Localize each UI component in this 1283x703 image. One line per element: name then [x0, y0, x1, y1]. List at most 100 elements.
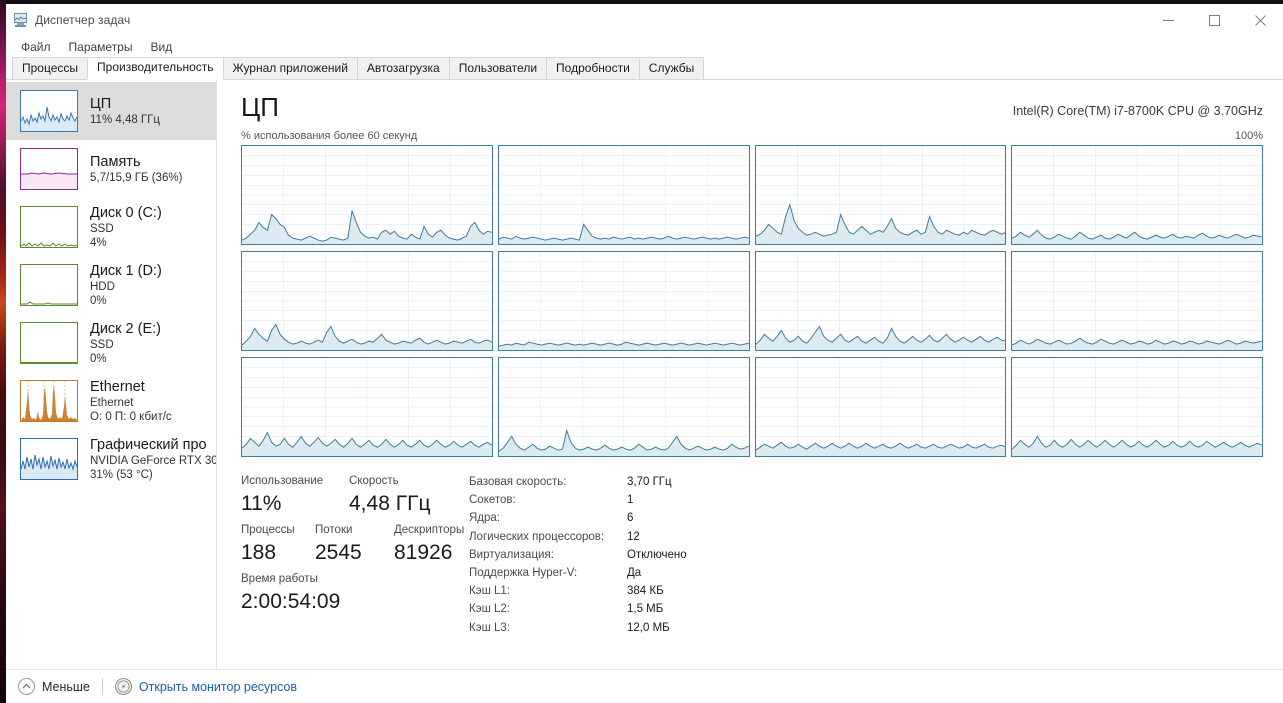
speed-value: 4,48 ГГц [349, 492, 431, 515]
ethernet-thumbnail [20, 380, 78, 422]
cpu-core-graph[interactable] [1011, 251, 1263, 351]
sidebar-text-disk0: Диск 0 (C:) SSD 4% [90, 205, 162, 250]
maximize-button[interactable] [1191, 4, 1237, 36]
performance-panel: ЦП Intel(R) Core(TM) i7-8700K CPU @ 3.70… [217, 80, 1283, 669]
cpu-core-graph[interactable] [241, 251, 493, 351]
detail-value: 6 [627, 512, 634, 525]
cpu-core-graph[interactable] [1011, 357, 1263, 457]
cpu-core-graph[interactable] [1011, 145, 1263, 245]
stats-left-column: Использование 11% Скорость 4,48 ГГц Проц… [241, 473, 469, 637]
uptime-block: Время работы 2:00:54:09 [241, 571, 340, 616]
sidebar-item-gpu[interactable]: Графический про NVIDIA GeForce RTX 306 3… [6, 430, 216, 488]
gpu-thumbnail [20, 438, 78, 480]
uptime-label: Время работы [241, 573, 318, 585]
tab-processes[interactable]: Процессы [12, 57, 89, 80]
threads-label: Потоки [315, 524, 353, 536]
cpu-core-graph[interactable] [497, 357, 750, 457]
close-button[interactable] [1237, 4, 1283, 36]
content-body: ЦП 11% 4,48 ГГц Память 5,7/15,9 ГБ (36%) [6, 80, 1283, 669]
graph-max-label: 100% [1234, 130, 1263, 142]
cpu-core-graph[interactable] [754, 251, 1007, 351]
cpu-details-list: Базовая скорость: 3,70 ГГц Сокетов: 1 Ядра: 6… [469, 473, 1263, 637]
cpu-model-label: Intel(R) Core(TM) i7-8700K CPU @ 3.70GHz [1012, 104, 1263, 118]
detail-row: Кэш L1: 384 КБ [469, 582, 1263, 600]
process-counts-row: Процессы 188 Потоки 2545 Дескрипторы 819… [241, 522, 469, 567]
processes-block: Процессы 188 [241, 522, 315, 567]
status-bar: Меньше Открыть монитор ресурсов [6, 669, 1283, 703]
sidebar-text-ethernet: Ethernet Ethernet О: 0 П: 0 кбит/с [90, 379, 172, 424]
uptime-value: 2:00:54:09 [241, 590, 341, 613]
tab-strip: Процессы Производительность Журнал прило… [6, 57, 1283, 80]
detail-value: 12 [627, 530, 640, 543]
tab-details[interactable]: Подробности [546, 57, 640, 80]
menu-item-options[interactable]: Параметры [60, 38, 142, 56]
cpu-core-graph[interactable] [497, 251, 750, 351]
detail-value: 3,70 ГГц [627, 476, 672, 488]
graph-caption-row: % использования более 60 секунд 100% [241, 130, 1263, 142]
usage-block: Использование 11% [241, 473, 349, 518]
fewer-details-button[interactable]: Меньше [18, 678, 90, 695]
tab-services[interactable]: Службы [638, 57, 705, 80]
detail-key: Поддержка Hyper-V: [469, 567, 578, 580]
open-resource-monitor-button[interactable]: Открыть монитор ресурсов [114, 678, 297, 695]
cpu-core-graph[interactable] [241, 357, 493, 457]
sidebar-item-disk0[interactable]: Диск 0 (C:) SSD 4% [6, 198, 216, 256]
task-manager-icon [12, 12, 28, 28]
sidebar-item-sub: 11% 4,48 ГГц [90, 113, 160, 126]
detail-key: Кэш L3: [469, 621, 510, 634]
detail-value: 384 КБ [627, 585, 664, 598]
tab-users[interactable]: Пользователи [448, 57, 548, 80]
cpu-core-graph[interactable] [497, 145, 750, 245]
detail-key: Базовая скорость: [469, 476, 567, 488]
task-manager-window: Диспетчер задач Файл Параметры Вид Проце… [6, 4, 1283, 703]
sidebar-item-cpu[interactable]: ЦП 11% 4,48 ГГц [6, 82, 216, 140]
processes-value: 188 [241, 541, 277, 564]
sidebar-text-cpu: ЦП 11% 4,48 ГГц [90, 96, 160, 127]
detail-row: Базовая скорость: 3,70 ГГц [469, 473, 1263, 491]
logical-processor-graph-grid[interactable] [241, 145, 1263, 457]
sidebar-item-memory[interactable]: Память 5,7/15,9 ГБ (36%) [6, 140, 216, 198]
sidebar-item-disk1[interactable]: Диск 1 (D:) HDD 0% [6, 256, 216, 314]
title-bar: Диспетчер задач [6, 4, 1283, 36]
panel-header: ЦП Intel(R) Core(TM) i7-8700K CPU @ 3.70… [241, 80, 1263, 122]
menu-item-view[interactable]: Вид [141, 38, 181, 56]
resource-sidebar: ЦП 11% 4,48 ГГц Память 5,7/15,9 ГБ (36%) [6, 80, 217, 669]
memory-thumbnail [20, 148, 78, 190]
resource-monitor-icon [114, 678, 132, 695]
sidebar-text-disk1: Диск 1 (D:) HDD 0% [90, 263, 162, 308]
detail-value: 1 [627, 494, 634, 507]
detail-key: Логических процессоров: [469, 530, 605, 543]
fewer-details-label: Меньше [42, 679, 90, 694]
sidebar-item-sub: SSD [90, 222, 114, 235]
detail-value: 12,0 МБ [627, 621, 670, 634]
tab-startup[interactable]: Автозагрузка [356, 57, 450, 80]
sidebar-item-sub2: 31% (53 °C) [90, 468, 153, 481]
cpu-core-graph[interactable] [754, 145, 1007, 245]
disk0-thumbnail [20, 206, 78, 248]
sidebar-item-label: Графический про [90, 436, 207, 453]
sidebar-item-disk2[interactable]: Диск 2 (E:) SSD 0% [6, 314, 216, 372]
sidebar-item-sub: NVIDIA GeForce RTX 306 [90, 454, 216, 467]
sidebar-item-ethernet[interactable]: Ethernet Ethernet О: 0 П: 0 кбит/с [6, 372, 216, 430]
uptime-row: Время работы 2:00:54:09 [241, 571, 469, 616]
sidebar-item-sub: Ethernet [90, 396, 134, 409]
minimize-button[interactable] [1145, 4, 1191, 36]
sidebar-item-label: Память [90, 153, 141, 170]
status-separator [101, 678, 103, 695]
tab-performance[interactable]: Производительность [87, 57, 224, 80]
detail-value: Да [627, 567, 642, 580]
chevron-up-circle-icon [18, 678, 35, 695]
sidebar-item-sub2: О: 0 П: 0 кбит/с [90, 410, 172, 423]
sidebar-item-sub: SSD [90, 338, 114, 351]
usage-value: 11% [241, 492, 282, 515]
menu-item-file[interactable]: Файл [12, 38, 60, 56]
page-title: ЦП [241, 92, 279, 122]
cpu-core-graph[interactable] [754, 357, 1007, 457]
speed-label: Скорость [349, 475, 399, 487]
handles-block: Дескрипторы 81926 [394, 522, 464, 567]
sidebar-text-memory: Память 5,7/15,9 ГБ (36%) [90, 154, 182, 185]
cpu-core-graph[interactable] [241, 145, 493, 245]
tab-app-history[interactable]: Журнал приложений [222, 57, 358, 80]
handles-label: Дескрипторы [394, 524, 465, 536]
usage-speed-row: Использование 11% Скорость 4,48 ГГц [241, 473, 469, 518]
